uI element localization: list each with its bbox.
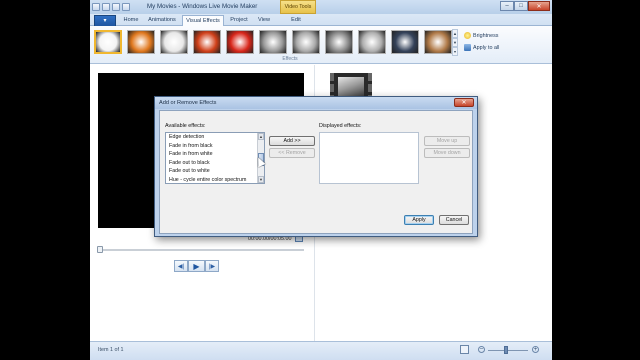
next-frame-button[interactable]: |▶ — [205, 260, 219, 272]
tab-animations[interactable]: Animations — [145, 15, 179, 26]
seek-bar[interactable] — [100, 249, 304, 251]
zoom-slider-thumb[interactable] — [504, 346, 508, 354]
list-item[interactable]: Hue - cycle entire color spectrum — [169, 176, 255, 183]
gallery-scroll-up-button[interactable]: ▲ — [452, 29, 458, 38]
effect-thumbnail[interactable] — [259, 30, 287, 54]
list-item[interactable]: Edge detection — [169, 133, 255, 142]
video-tools-label: Video Tools — [284, 4, 312, 10]
zoom-slider-track[interactable] — [488, 350, 528, 351]
effect-thumbnail[interactable] — [226, 30, 254, 54]
effect-thumbnail[interactable] — [193, 30, 221, 54]
apply-button[interactable]: Apply — [404, 215, 434, 225]
effect-thumbnail-none[interactable] — [94, 30, 122, 54]
list-item[interactable]: Fade in from black — [169, 142, 255, 151]
available-effects-label: Available effects: — [165, 123, 206, 129]
title-bar: My Movies - Windows Live Movie Maker Vid… — [90, 0, 552, 14]
playback-controls: ◀| ▶ |▶ — [174, 260, 219, 272]
dialog-title-bar: Add or Remove Effects ✕ — [155, 97, 477, 109]
add-effect-button[interactable]: Add >> — [269, 136, 315, 146]
scroll-down-button[interactable]: ▼ — [258, 176, 264, 183]
effects-group-label: Effects — [282, 56, 298, 62]
maximize-button[interactable]: □ — [514, 1, 528, 11]
window-title: My Movies - Windows Live Movie Maker — [147, 3, 258, 10]
move-up-button[interactable]: Move up — [424, 136, 470, 146]
zoom-out-button[interactable]: – — [478, 346, 485, 353]
tab-edit[interactable]: Edit — [286, 15, 306, 26]
app-icon[interactable] — [92, 3, 100, 11]
ribbon-panel: ▲ ▼ ▾ Brightness Apply to all Effects — [90, 26, 552, 64]
gallery-more-button[interactable]: ▾ — [452, 47, 458, 56]
sun-icon — [464, 32, 471, 39]
menu-icon: ▾ — [103, 18, 107, 24]
save-icon[interactable] — [102, 3, 110, 11]
displayed-effects-list[interactable] — [319, 132, 419, 184]
effect-thumbnail[interactable] — [325, 30, 353, 54]
effect-thumbnail[interactable] — [127, 30, 155, 54]
brightness-button[interactable]: Brightness — [464, 31, 498, 40]
thumbnail-size-icon[interactable] — [460, 345, 469, 354]
previous-frame-button[interactable]: ◀| — [174, 260, 188, 272]
video-tools-context-tab: Video Tools — [280, 0, 316, 14]
play-button[interactable]: ▶ — [188, 260, 205, 272]
scroll-up-button[interactable]: ▲ — [258, 133, 264, 140]
effect-thumbnail[interactable] — [424, 30, 452, 54]
remove-effect-button[interactable]: << Remove — [269, 148, 315, 158]
dialog-close-button[interactable]: ✕ — [454, 98, 474, 107]
gallery-scroll-down-button[interactable]: ▼ — [452, 38, 458, 47]
add-remove-effects-dialog: Add or Remove Effects ✕ Available effect… — [154, 96, 478, 237]
cancel-button[interactable]: Cancel — [439, 215, 469, 225]
status-bar: Item 1 of 1 – + — [90, 341, 552, 360]
effect-thumbnail[interactable] — [358, 30, 386, 54]
dialog-title: Add or Remove Effects — [159, 100, 217, 106]
list-item[interactable]: Fade in from white — [169, 150, 255, 159]
redo-icon[interactable] — [122, 3, 130, 11]
move-down-button[interactable]: Move down — [424, 148, 470, 158]
tab-view[interactable]: View — [254, 15, 274, 26]
tab-project[interactable]: Project — [227, 15, 251, 26]
minimize-button[interactable]: – — [500, 1, 514, 11]
ribbon-tab-row: ▾ Home Animations Visual Effects Project… — [90, 14, 552, 26]
gallery-scroll: ▲ ▼ ▾ — [452, 29, 458, 56]
list-item[interactable]: Fade out to black — [169, 159, 255, 168]
brightness-label: Brightness — [473, 32, 499, 39]
zoom-in-button[interactable]: + — [532, 346, 539, 353]
seek-thumb[interactable] — [97, 246, 103, 253]
close-button[interactable]: ✕ — [528, 1, 550, 11]
quick-access-toolbar — [92, 2, 132, 12]
effect-thumbnail[interactable] — [160, 30, 188, 54]
apply-all-icon — [464, 44, 471, 51]
tab-home[interactable]: Home — [120, 15, 142, 26]
available-effects-list[interactable]: Edge detection Fade in from black Fade i… — [165, 132, 265, 184]
undo-icon[interactable] — [112, 3, 120, 11]
effect-thumbnail[interactable] — [292, 30, 320, 54]
status-text: Item 1 of 1 — [98, 347, 124, 353]
file-menu-button[interactable]: ▾ — [94, 15, 116, 26]
displayed-effects-label: Displayed effects: — [319, 123, 362, 129]
list-item[interactable]: Fade out to white — [169, 167, 255, 176]
apply-to-all-label: Apply to all — [473, 44, 500, 51]
tab-visual-effects[interactable]: Visual Effects — [182, 15, 224, 26]
effect-thumbnail[interactable] — [391, 30, 419, 54]
window-controls: – □ ✕ — [500, 1, 550, 11]
apply-to-all-button[interactable]: Apply to all — [464, 43, 499, 52]
dialog-body: Available effects: Edge detection Fade i… — [159, 110, 473, 234]
